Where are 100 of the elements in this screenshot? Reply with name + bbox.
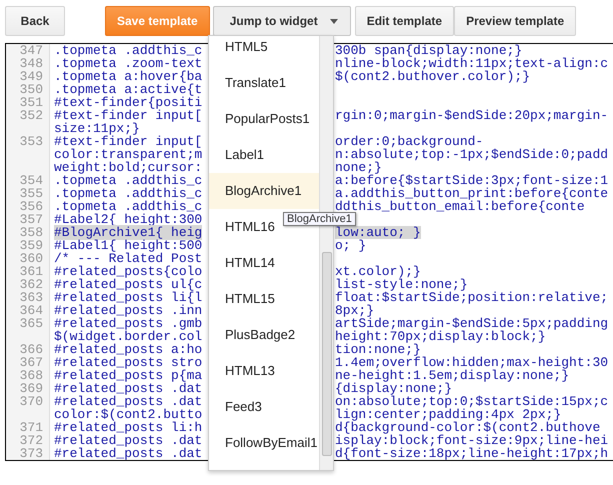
dropdown-button[interactable]: Jump to widget [212, 6, 351, 36]
code-text: o; } [335, 239, 366, 252]
code-text: 1.4em;overflow:hidden;max-height:30 [335, 356, 608, 369]
line-number: 361 [18, 265, 44, 278]
code-text: .topmeta a:active{t [54, 82, 202, 97]
code-text: isplay:block;font-size:9px;line-hei [335, 434, 608, 447]
code-text: none;} [335, 161, 382, 174]
code-text: lign:center;padding:4px 2px;} [335, 408, 562, 421]
line-number: 373 [18, 447, 44, 460]
code-text: /* --- Related Post [54, 251, 202, 266]
code-text: #Label1{ height:500 [54, 238, 202, 253]
code-text: #related_posts .dat [54, 394, 202, 409]
code-text: low:auto; } [335, 226, 421, 239]
code-text: color:transparent;m [54, 147, 202, 162]
line-number: 351 [18, 96, 44, 109]
code-text: .topmeta a:hover{ba [54, 69, 202, 84]
line-number: 354 [18, 174, 44, 187]
code-text: list-style:none;} [335, 278, 468, 291]
code-text: #related_posts li{l [54, 290, 202, 305]
line-number: 364 [18, 304, 44, 317]
line-number: 360 [18, 252, 44, 265]
code-text: .topmeta .addthis_c [54, 199, 202, 214]
menu-item[interactable]: HTML14 [209, 245, 277, 281]
code-text: #related_posts a:ho [54, 342, 202, 357]
code-text: #related_posts p{ma [54, 368, 202, 383]
line-number: 353 [18, 135, 44, 148]
code-text: ne-height:1.5em;display:none;} [335, 369, 570, 382]
line-number: 362 [18, 278, 44, 291]
code-text: .topmeta .addthis_c [54, 173, 202, 188]
menu-item[interactable]: Feed3 [209, 389, 264, 425]
code-text: .topmeta .addthis_c [54, 44, 202, 58]
code-text: a:before{$startSide:3px;font-size:1 [335, 174, 608, 187]
code-text: n:absolute;top:-1px;$endSide:0;padd [335, 148, 608, 161]
code-text: 300b span{display:none;} [335, 44, 522, 57]
code-text: .topmeta .addthis_c [54, 186, 202, 201]
menu-item[interactable]: HTML15 [209, 281, 277, 317]
line-number: 348 [18, 57, 44, 70]
code-text: weight:bold;cursor: [54, 160, 202, 175]
line-number: 366 [18, 343, 44, 356]
code-text: d{font-size:18px;line-height:17px;h [335, 447, 608, 460]
code-text: artSide;margin-$endSide:5px;padding [335, 317, 608, 330]
code-text: color:$(cont2.butto [54, 407, 202, 422]
line-number: 357 [18, 213, 44, 226]
line-number: 372 [18, 434, 44, 447]
code-text: #related_posts .dat [54, 381, 202, 396]
menu-item[interactable]: HTML13 [209, 353, 277, 389]
code-text: #Label2{ height:300 [54, 212, 202, 227]
code-text: #related_posts .dat [54, 433, 202, 448]
line-number: 365 [18, 317, 44, 330]
code-text: #text-finder input[ [54, 108, 202, 123]
code-text: #related_posts li:h [54, 420, 202, 435]
code-text: #related_posts .dat [54, 446, 202, 460]
line-number: 350 [18, 83, 44, 96]
caret-icon [330, 18, 338, 24]
code-text: nline-block;width:11px;text-align:c [335, 57, 608, 70]
code-text: #related_posts .inn [54, 303, 202, 318]
line-number: 359 [18, 239, 44, 252]
toolbar-button[interactable]: Edit template [354, 6, 454, 36]
menu-item[interactable]: PlusBadge2 [209, 317, 298, 353]
code-text: size:11px;} [54, 121, 140, 136]
code-text: float:$startSide;position:relative; [335, 291, 608, 304]
code-text: #related_posts stro [54, 355, 202, 370]
code-text: #related_posts .gmb [54, 316, 202, 331]
line-number: 347 [18, 44, 44, 57]
line-number: 367 [18, 356, 44, 369]
tooltip: BlogArchive1 [283, 212, 356, 226]
code-text: a.addthis_button_print:before{conte [335, 187, 608, 200]
line-number: 352 [18, 109, 44, 122]
code-text: on:absolute;top:0;$startSide:15px;c [335, 395, 608, 408]
line-number: 355 [18, 187, 44, 200]
code-text: tion:none;} [335, 343, 421, 356]
line-number: 370 [18, 395, 44, 408]
code-text: .topmeta .zoom-text [54, 56, 202, 71]
menu-item[interactable]: HTML16 [209, 209, 277, 245]
code-text: $(widget.border.col [54, 329, 202, 344]
line-number: 358 [18, 226, 44, 239]
line-number: 371 [18, 421, 44, 434]
menu-item[interactable]: PopularPosts1 [209, 101, 312, 137]
code-text: xt.color);} [335, 265, 421, 278]
menu-item[interactable]: Label1 [209, 137, 266, 173]
toolbar-button[interactable]: Preview template [454, 6, 576, 36]
code-text: d{background-color:$(cont2.buthove [335, 421, 600, 434]
code-text: ddthis_button_email:before{conte [335, 200, 585, 213]
code-text: #text-finder input[ [54, 134, 202, 149]
code-text: rgin:0;margin-$endSide:20px;margin- [335, 109, 608, 122]
menu-item[interactable]: Translate1 [209, 65, 288, 101]
menu-item[interactable]: HTML5 [209, 36, 270, 65]
code-text: {display:none;} [335, 382, 452, 395]
code-text: #related_posts ul{c [54, 277, 202, 292]
code-text: order:0;background- [335, 135, 484, 148]
code-text: height:70px;display:block;} [335, 330, 546, 343]
line-number: 356 [18, 200, 44, 213]
code-text: $(cont2.buthover.color);} [335, 70, 530, 83]
menu-item[interactable]: FollowByEmail1 [209, 425, 320, 461]
toolbar-button[interactable]: Back [5, 6, 65, 36]
menu-item[interactable]: BlogArchive1 [209, 173, 321, 209]
code-text: 8px;} [335, 304, 374, 317]
scrollbar-thumb[interactable] [322, 252, 332, 456]
line-number: 363 [18, 291, 44, 304]
code-text: #text-finder{positi [54, 95, 202, 110]
